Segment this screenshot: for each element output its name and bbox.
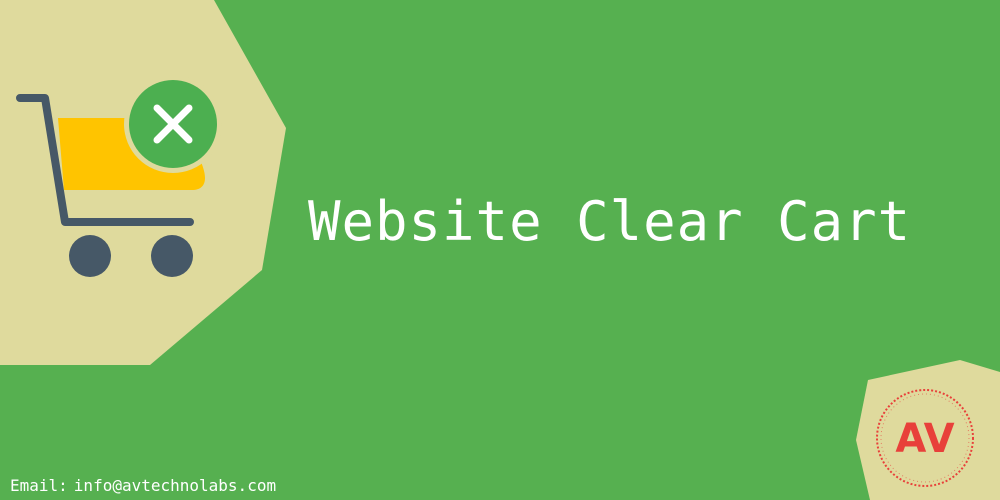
- email-label: Email:: [10, 476, 68, 495]
- email-value[interactable]: info@avtechnolabs.com: [74, 476, 276, 495]
- shopping-cart-icon: [16, 75, 222, 277]
- page-title: Website Clear Cart: [308, 190, 912, 253]
- logo-text: AV: [895, 416, 954, 462]
- banner: Website Clear Cart Email: info@avtechnola…: [0, 0, 1000, 500]
- av-logo-badge: AV: [876, 389, 974, 487]
- contact-email: Email: info@avtechnolabs.com: [10, 476, 276, 495]
- close-x-icon: [124, 75, 222, 173]
